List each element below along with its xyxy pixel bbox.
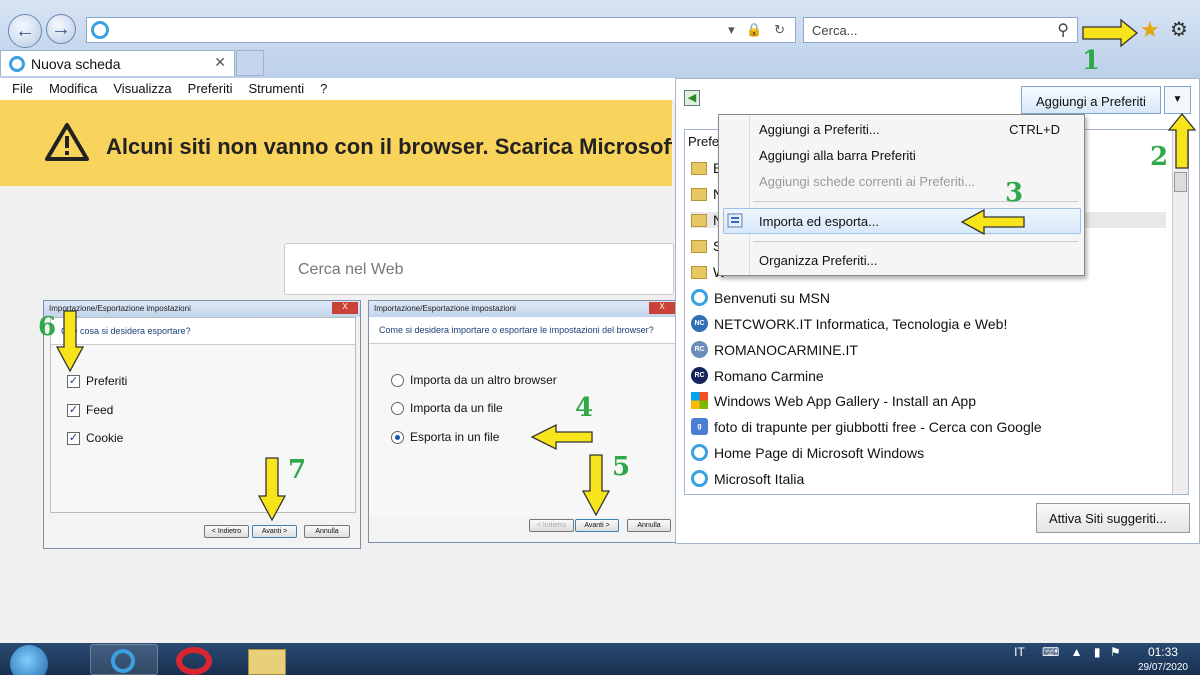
arrow-up-icon (1167, 112, 1197, 169)
step-number: 4 (575, 393, 594, 423)
signal-icon[interactable]: ▮ (1094, 645, 1101, 659)
step-number: 3 (1005, 178, 1024, 208)
opera-icon[interactable] (176, 647, 212, 675)
flag-icon[interactable]: ⚑ (1110, 645, 1121, 659)
up-icon[interactable]: ▲ (1071, 645, 1083, 659)
step-number: 2 (1150, 142, 1169, 172)
language-indicator[interactable]: IT (1014, 645, 1024, 659)
start-button[interactable] (10, 645, 48, 675)
arrow-left-icon (530, 423, 593, 451)
arrow-down-icon (581, 454, 611, 517)
step-number: 6 (38, 312, 57, 342)
clock[interactable]: 01:33 29/07/2020 (1138, 645, 1188, 675)
ie-taskbar-button[interactable] (90, 644, 158, 675)
step-number: 5 (612, 452, 631, 482)
windows-taskbar: IT ⌨ ▲ ▮ ⚑ 01:33 29/07/2020 (0, 643, 1200, 675)
arrow-left-icon (960, 208, 1025, 236)
explorer-icon[interactable] (248, 649, 286, 675)
system-tray: IT ⌨ ▲ ▮ ⚑ 01:33 29/07/2020 (1014, 645, 1188, 675)
arrow-down-icon (257, 457, 287, 522)
keyboard-icon[interactable]: ⌨ (1042, 645, 1059, 659)
annotation-layer (55, 18, 1197, 522)
arrow-down-icon (55, 310, 85, 373)
arrow-right-icon (1082, 18, 1139, 48)
step-number: 7 (288, 455, 307, 485)
step-number: 1 (1082, 46, 1101, 76)
ie-icon (111, 649, 135, 673)
